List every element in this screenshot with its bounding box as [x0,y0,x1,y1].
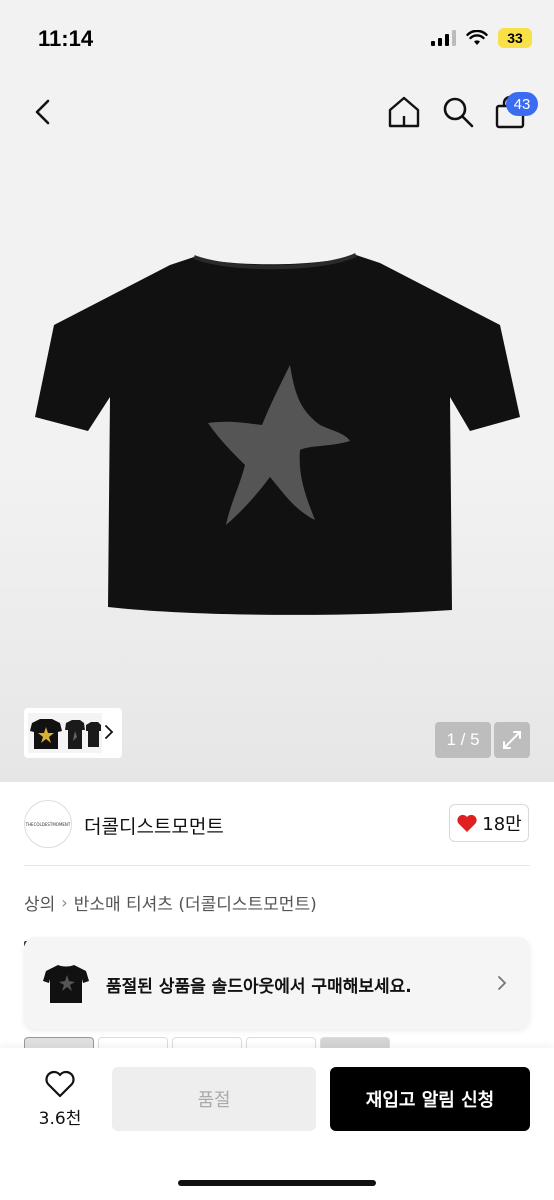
bottom-action-bar: 3.6천 품절 재입고 알림 신청 [0,1048,554,1200]
soldout-banner-text: 품절된 상품을 솔드아웃에서 구매해보세요. [106,977,412,997]
home-indicator [178,1180,376,1186]
wishlist-count: 3.6천 [38,1109,82,1129]
heart-outline-icon [45,1070,75,1098]
image-counter: 1 / 5 [435,722,491,758]
chevron-right-icon: › [61,893,68,912]
brand-logo[interactable]: THECOLDESTMOMENT [24,800,72,848]
battery-indicator: 33 [498,28,532,48]
product-gallery[interactable]: 43 1 / 5 [0,80,554,782]
expand-icon [503,731,521,749]
wishlist-button[interactable]: 3.6천 [28,1070,92,1129]
soldout-banner[interactable]: 품절된 상품을 솔드아웃에서 구매해보세요. [24,937,530,1029]
breadcrumb-item-subcategory[interactable]: 반소매 티셔츠 (더콜디스트모먼트) [74,890,317,915]
status-time: 11:14 [38,26,94,51]
brand-name[interactable]: 더콜디스트모먼트 [84,812,224,839]
wifi-icon [466,30,488,45]
brand-like-count: 18만 [482,814,522,835]
thumbnail-images[interactable] [28,713,102,753]
product-image[interactable] [30,245,524,625]
soldout-button: 품절 [112,1067,316,1131]
status-bar: 11:14 33 [0,0,554,80]
breadcrumb-item-category[interactable]: 상의 [24,890,55,915]
divider [24,865,530,866]
home-icon[interactable] [386,94,422,130]
brand-row[interactable]: THECOLDESTMOMENT 더콜디스트모먼트 18만 [0,782,554,866]
heart-icon [457,814,477,832]
restock-alert-button[interactable]: 재입고 알림 신청 [330,1067,530,1131]
soldout-product-thumbnail [43,965,89,1003]
brand-logo-text: THECOLDESTMOMENT [25,821,71,827]
chevron-right-icon [498,976,507,990]
breadcrumb: 상의 › 반소매 티셔츠 (더콜디스트모먼트) [24,890,317,915]
chevron-right-icon[interactable] [102,722,116,742]
search-icon[interactable] [440,94,476,130]
brand-like-button[interactable]: 18만 [449,804,529,842]
cart-count-badge: 43 [506,92,538,116]
status-icons: 33 [431,28,532,48]
chevron-left-icon[interactable] [28,96,60,128]
signal-icon [431,30,456,46]
expand-button[interactable] [494,722,530,758]
thumbnail-strip[interactable] [24,708,122,758]
